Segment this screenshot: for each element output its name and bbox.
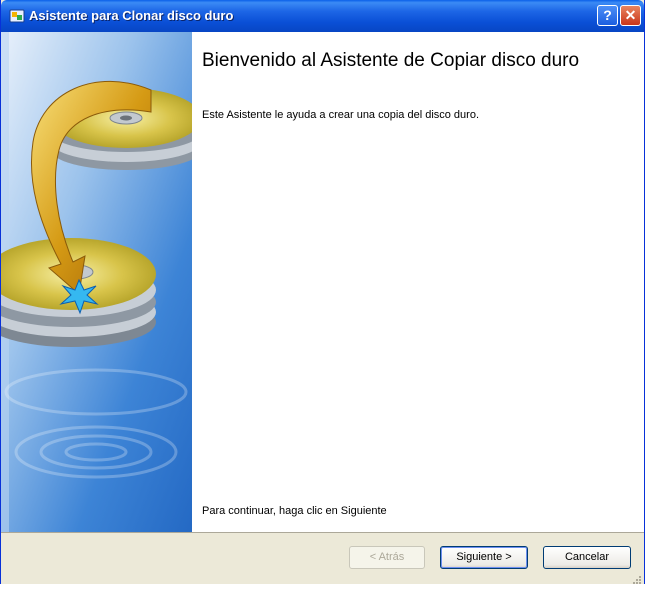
title-bar[interactable]: Asistente para Clonar disco duro ? ✕ <box>1 0 644 32</box>
clone-disk-illustration <box>1 32 192 532</box>
page-title: Bienvenido al Asistente de Copiar disco … <box>202 50 580 71</box>
cancel-button[interactable]: Cancelar <box>543 546 631 569</box>
next-button[interactable]: Siguiente > <box>440 546 528 569</box>
wizard-sidebar-image <box>1 32 192 532</box>
help-button[interactable]: ? <box>597 5 618 26</box>
help-icon: ? <box>603 7 612 23</box>
app-icon <box>9 9 25 23</box>
wizard-content: Bienvenido al Asistente de Copiar disco … <box>192 32 644 532</box>
wizard-window: Asistente para Clonar disco duro ? ✕ Bie… <box>0 0 645 584</box>
close-icon: ✕ <box>624 7 637 23</box>
description-text: Este Asistente le ayuda a crear una copi… <box>202 109 480 121</box>
continue-hint: Para continuar, haga clic en Siguiente <box>202 505 387 517</box>
close-button[interactable]: ✕ <box>620 5 641 26</box>
button-bar: < Atrás Siguiente > Cancelar <box>1 532 644 584</box>
back-button[interactable]: < Atrás <box>349 546 425 569</box>
resize-grip-icon[interactable] <box>631 571 641 584</box>
window-title: Asistente para Clonar disco duro <box>29 8 234 23</box>
